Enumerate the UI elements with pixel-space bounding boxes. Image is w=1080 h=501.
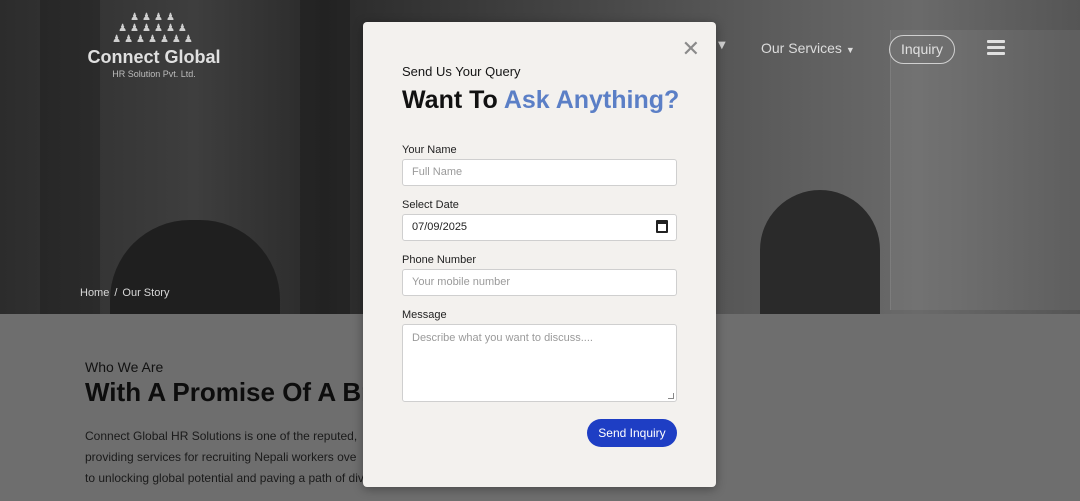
hero-shadow bbox=[300, 0, 350, 314]
about-kicker: Who We Are bbox=[85, 359, 164, 375]
about-paragraph: Connect Global HR Solutions is one of th… bbox=[85, 426, 375, 489]
breadcrumb: Home / Our Story bbox=[80, 287, 169, 299]
phone-input[interactable]: Your mobile number bbox=[402, 269, 677, 296]
date-input[interactable]: 07/09/2025 bbox=[402, 214, 677, 241]
hamburger-menu-icon[interactable] bbox=[987, 40, 1005, 56]
nav-inquiry-button[interactable]: Inquiry bbox=[889, 35, 955, 64]
breadcrumb-home-link[interactable]: Home bbox=[80, 287, 109, 299]
calendar-icon[interactable] bbox=[656, 220, 668, 233]
modal-kicker: Send Us Your Query bbox=[402, 64, 521, 79]
modal-title: Want To Ask Anything? bbox=[402, 86, 679, 115]
message-label: Message bbox=[402, 309, 447, 321]
message-placeholder: Describe what you want to discuss.... bbox=[412, 332, 593, 344]
phone-label: Phone Number bbox=[402, 254, 476, 266]
date-label: Select Date bbox=[402, 199, 459, 211]
hero-person-image bbox=[760, 190, 880, 314]
about-line: Connect Global HR Solutions is one of th… bbox=[85, 429, 358, 443]
nav-our-services-label: Our Services bbox=[761, 40, 842, 56]
chevron-down-icon: ▼ bbox=[845, 45, 855, 55]
about-line: to unlocking global potential and paving… bbox=[85, 471, 364, 485]
modal-title-plain: Want To bbox=[402, 86, 504, 114]
logo-title: Connect Global bbox=[87, 47, 221, 67]
hero-person-image bbox=[110, 220, 280, 314]
breadcrumb-separator: / bbox=[114, 287, 118, 299]
whiteboard-image bbox=[890, 30, 1080, 310]
inquiry-modal: ✕ Send Us Your Query Want To Ask Anythin… bbox=[363, 22, 716, 487]
about-line: providing services for recruiting Nepali… bbox=[85, 450, 357, 464]
nav-our-services[interactable]: Our Services ▼ bbox=[761, 40, 855, 56]
send-inquiry-button[interactable]: Send Inquiry bbox=[587, 419, 677, 447]
date-value: 07/09/2025 bbox=[412, 221, 468, 233]
breadcrumb-current: Our Story bbox=[122, 287, 170, 299]
message-textarea[interactable]: Describe what you want to discuss.... bbox=[402, 324, 677, 402]
site-logo[interactable]: ♟♟♟♟ ♟♟♟♟♟♟ ♟♟♟♟♟♟♟ Connect Global HR Solu… bbox=[84, 12, 224, 79]
name-label: Your Name bbox=[402, 144, 457, 156]
logo-subtitle: HR Solution Pvt. Ltd. bbox=[112, 69, 196, 79]
close-icon[interactable]: ✕ bbox=[682, 39, 700, 61]
chevron-down-icon[interactable]: ▼ bbox=[718, 40, 726, 51]
name-input[interactable]: Full Name bbox=[402, 159, 677, 186]
logo-people-icon: ♟♟♟♟ ♟♟♟♟♟♟ ♟♟♟♟♟♟♟ bbox=[112, 12, 196, 45]
resize-handle-icon[interactable] bbox=[668, 393, 674, 399]
modal-title-accent: Ask Anything? bbox=[503, 86, 680, 114]
